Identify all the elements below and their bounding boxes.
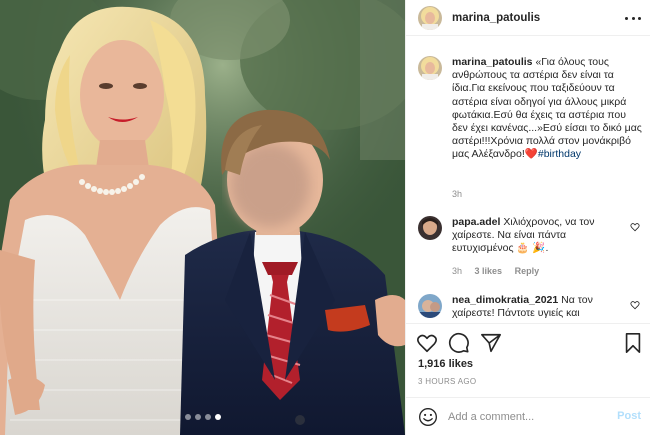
emoji-icon[interactable] <box>418 407 438 427</box>
avatar-image <box>418 5 442 30</box>
carousel-dot <box>204 414 211 420</box>
hashtag-link[interactable]: #birthday <box>538 148 581 160</box>
avatar-image <box>418 56 442 80</box>
avatar-image <box>418 294 442 318</box>
reply-button[interactable]: Reply <box>515 266 540 276</box>
action-bar <box>416 330 642 356</box>
comment-text: papa.adel Χιλιόχρονος, να τον χαίρεστε. … <box>452 216 622 256</box>
add-comment-bar: Post <box>406 397 650 435</box>
comment-text: nea_dimokratia_2021 Να τον χαίρεστε! Πάν… <box>452 294 622 320</box>
post-header: marina_patoulis <box>406 0 650 36</box>
heart-icon[interactable] <box>416 332 438 354</box>
comment-username[interactable]: nea_dimokratia_2021 <box>452 294 558 306</box>
post-button[interactable]: Post <box>617 410 641 422</box>
caption-time: 3h <box>452 189 463 199</box>
avatar[interactable] <box>418 56 442 80</box>
carousel-dot-active <box>214 414 221 420</box>
likes-count[interactable]: 1,916 likes <box>418 358 473 370</box>
caption-username[interactable]: marina_patoulis <box>452 56 533 68</box>
comment-icon[interactable] <box>448 332 470 354</box>
post-side-panel: marina_patoulis marina_patoulis «Για όλο… <box>405 0 650 435</box>
heart-icon[interactable] <box>630 222 640 232</box>
post-photo[interactable] <box>0 0 405 435</box>
comment-username[interactable]: papa.adel <box>452 216 500 228</box>
caption-body: «Για όλους τους ανθρώπους τα αστέρια δεν… <box>452 56 642 161</box>
header-username[interactable]: marina_patoulis <box>452 12 540 24</box>
bookmark-icon[interactable] <box>622 332 644 354</box>
comment-time: 3h <box>452 266 463 276</box>
heart-emoji: ❤️ <box>524 148 538 161</box>
paper-plane-icon[interactable] <box>480 332 502 354</box>
comment-meta: 3h 3 likes Reply <box>452 266 549 276</box>
avatar-image <box>418 216 442 240</box>
avatar[interactable] <box>418 294 442 318</box>
post-photo-illustration <box>0 0 405 435</box>
comments-list[interactable]: marina_patoulis «Για όλους τους ανθρώπου… <box>406 36 650 323</box>
heart-icon[interactable] <box>630 300 640 310</box>
carousel-dot <box>184 414 191 420</box>
more-horizontal-icon[interactable] <box>625 10 641 26</box>
comment-likes[interactable]: 3 likes <box>475 266 503 276</box>
avatar[interactable] <box>418 5 442 30</box>
post-actions: 1,916 likes 3 HOURS AGO <box>406 323 650 397</box>
caption-meta: 3h <box>452 189 472 199</box>
carousel-dot <box>194 414 201 420</box>
comment-input[interactable] <box>448 410 608 423</box>
post-timestamp[interactable]: 3 HOURS AGO <box>418 377 476 386</box>
carousel-indicator <box>0 414 405 420</box>
avatar[interactable] <box>418 216 442 240</box>
caption-text: marina_patoulis «Για όλους τους ανθρώπου… <box>452 56 644 162</box>
